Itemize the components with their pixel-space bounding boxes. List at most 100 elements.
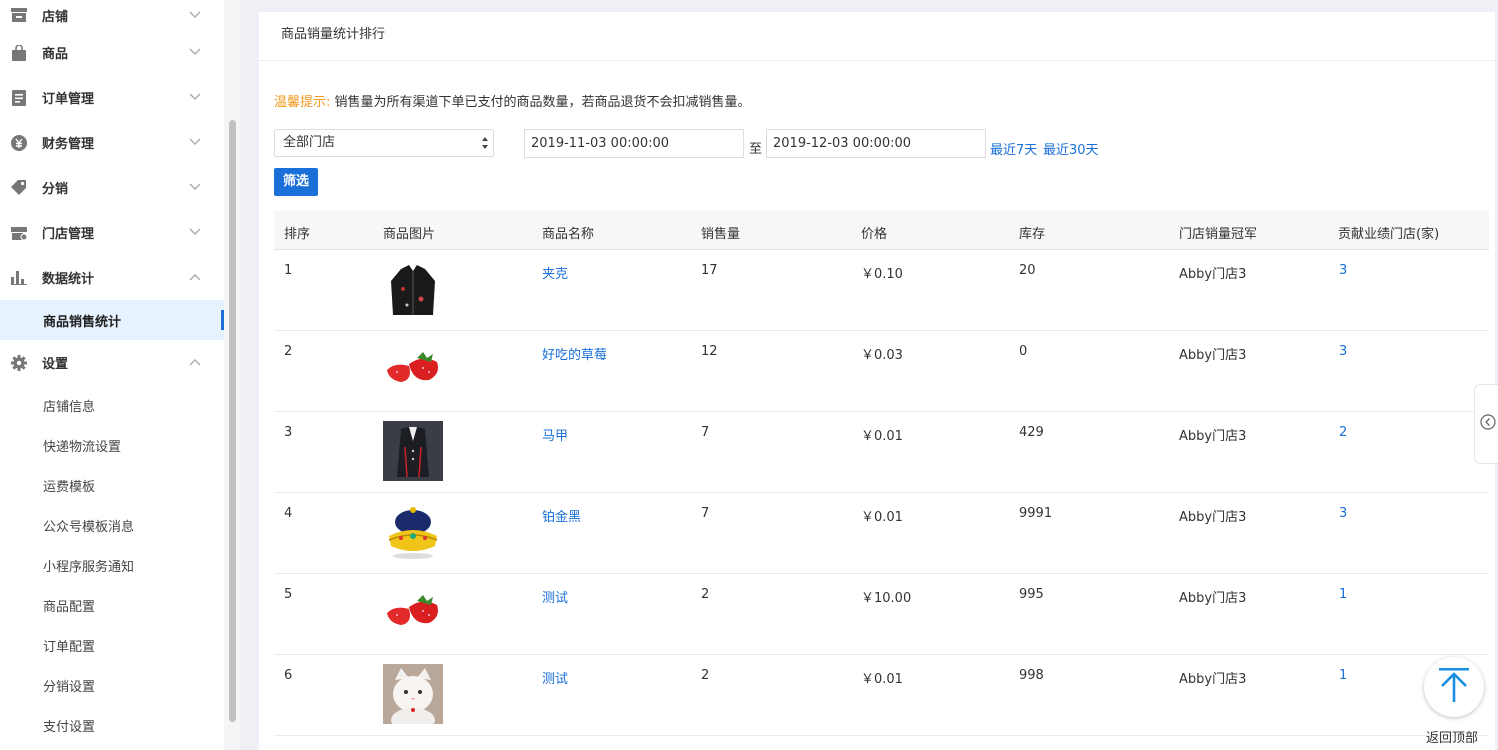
sidebar-item-shipping-template[interactable]: 运费模板 bbox=[0, 465, 224, 505]
menu-group-shops[interactable]: 门店管理 bbox=[0, 210, 224, 255]
header-champion: 门店销量冠军 bbox=[1179, 227, 1258, 242]
sidebar-item-order-config[interactable]: 订单配置 bbox=[0, 625, 224, 665]
back-to-top-button[interactable] bbox=[1424, 657, 1484, 717]
rank-cell: 1 bbox=[284, 263, 293, 278]
filter-button[interactable]: 筛选 bbox=[274, 168, 318, 196]
table-row: 4 铂金黑 7 ￥0.01 9991 Abby门店3 3 bbox=[274, 493, 1489, 574]
contributing-stores-link[interactable]: 3 bbox=[1339, 506, 1347, 521]
contributing-stores-link[interactable]: 1 bbox=[1339, 668, 1347, 683]
sidebar-item-goods-sales-stats[interactable]: 商品销售统计 bbox=[0, 300, 224, 340]
select-arrows-icon bbox=[481, 134, 489, 152]
finance-icon bbox=[10, 134, 28, 152]
table-row: 2 好吃的草莓 12 ￥0.03 0 Abby门店3 3 bbox=[274, 331, 1489, 412]
product-name-link[interactable]: 夹克 bbox=[542, 263, 568, 282]
date-separator: 至 bbox=[749, 142, 763, 157]
sidebar-scrollbar[interactable] bbox=[229, 120, 236, 722]
rank-cell: 5 bbox=[284, 587, 293, 602]
chevron-left-circle-icon bbox=[1480, 414, 1496, 434]
back-to-top-label[interactable]: 返回顶部 bbox=[1426, 727, 1478, 746]
menu-group-settings[interactable]: 设置 bbox=[0, 340, 224, 385]
sales-cell: 17 bbox=[701, 263, 718, 278]
sidebar-item-mp-template-message[interactable]: 公众号模板消息 bbox=[0, 505, 224, 545]
product-image-cat bbox=[383, 664, 443, 732]
end-date-input[interactable]: 2019-12-03 00:00:00 bbox=[766, 129, 986, 158]
menu-group-statistics[interactable]: 数据统计 bbox=[0, 255, 224, 300]
rank-cell: 6 bbox=[284, 668, 293, 683]
tip-content: 销售量为所有渠道下单已支付的商品数量，若商品退货不会扣减销售量。 bbox=[334, 95, 751, 110]
header-image: 商品图片 bbox=[383, 227, 436, 242]
stock-cell: 429 bbox=[1019, 425, 1044, 440]
sales-cell: 7 bbox=[701, 506, 710, 521]
chevron-down-icon bbox=[188, 90, 202, 104]
stock-cell: 998 bbox=[1019, 668, 1044, 683]
menu-group-orders[interactable]: 订单管理 bbox=[0, 75, 224, 120]
champion-cell: Abby门店3 bbox=[1179, 672, 1247, 687]
stock-cell: 20 bbox=[1019, 263, 1036, 278]
sidebar-item-express-settings[interactable]: 快递物流设置 bbox=[0, 425, 224, 465]
table-row: 5 测试 2 ￥10.00 995 Abby门店3 1 bbox=[274, 574, 1489, 655]
price-cell: ￥0.10 bbox=[861, 267, 903, 282]
price-cell: ￥0.01 bbox=[861, 510, 903, 525]
chevron-down-icon bbox=[188, 135, 202, 149]
page-title: 商品销量统计排行 bbox=[259, 12, 1495, 61]
gear-icon bbox=[10, 354, 28, 372]
chevron-up-icon bbox=[188, 355, 202, 369]
contributing-stores-link[interactable]: 3 bbox=[1339, 263, 1347, 278]
chevron-down-icon bbox=[188, 180, 202, 194]
product-image-strawberry bbox=[383, 340, 443, 400]
sidebar-item-distribution-settings[interactable]: 分销设置 bbox=[0, 665, 224, 705]
table-row: 1 夹克 17 ￥0.10 20 Abby门店3 3 bbox=[274, 250, 1489, 331]
sidebar-item-store-info[interactable]: 店铺信息 bbox=[0, 385, 224, 425]
sidebar-item-miniprogram-notice[interactable]: 小程序服务通知 bbox=[0, 545, 224, 585]
header-price: 价格 bbox=[861, 227, 888, 242]
last-30-days-link[interactable]: 最近30天 bbox=[1043, 139, 1099, 158]
stock-cell: 0 bbox=[1019, 344, 1028, 359]
rank-cell: 4 bbox=[284, 506, 293, 521]
product-name-link[interactable]: 铂金黑 bbox=[542, 506, 581, 525]
store-icon bbox=[10, 6, 28, 24]
store-select[interactable]: 全部门店 bbox=[274, 129, 494, 157]
product-name-link[interactable]: 马甲 bbox=[542, 425, 568, 444]
arrow-up-icon bbox=[1437, 667, 1471, 707]
menu-group-finance[interactable]: 财务管理 bbox=[0, 120, 224, 165]
start-date-input[interactable]: 2019-11-03 00:00:00 bbox=[524, 129, 744, 158]
sidebar: 店铺 商品 订单管理 财务管理 分销 门店管理 数据统计 商品销售统计 设置 店… bbox=[0, 0, 224, 750]
champion-cell: Abby门店3 bbox=[1179, 348, 1247, 363]
sidebar-item-goods-config[interactable]: 商品配置 bbox=[0, 585, 224, 625]
menu-group-distribution[interactable]: 分销 bbox=[0, 165, 224, 210]
tip-label: 温馨提示: bbox=[274, 95, 331, 110]
menu-group-store[interactable]: 店铺 bbox=[0, 0, 224, 30]
header-sales: 销售量 bbox=[701, 227, 741, 242]
menu-group-goods[interactable]: 商品 bbox=[0, 30, 224, 75]
contributing-stores-link[interactable]: 2 bbox=[1339, 425, 1347, 440]
contributing-stores-link[interactable]: 1 bbox=[1339, 587, 1347, 602]
price-cell: ￥0.01 bbox=[861, 429, 903, 444]
table-header: 排序 商品图片 商品名称 销售量 价格 库存 门店销量冠军 贡献业绩门店(家) bbox=[274, 211, 1489, 250]
main-panel: 商品销量统计排行 温馨提示: 销售量为所有渠道下单已支付的商品数量，若商品退货不… bbox=[259, 12, 1495, 750]
chevron-down-icon bbox=[188, 225, 202, 239]
champion-cell: Abby门店3 bbox=[1179, 267, 1247, 282]
product-name-link[interactable]: 好吃的草莓 bbox=[542, 344, 607, 363]
last-7-days-link[interactable]: 最近7天 bbox=[990, 139, 1037, 158]
price-cell: ￥0.03 bbox=[861, 348, 903, 363]
sales-cell: 12 bbox=[701, 344, 718, 359]
table-row: 6 测试 2 ￥0.01 998 Abby门店3 1 bbox=[274, 655, 1489, 736]
bar-chart-icon bbox=[10, 269, 28, 287]
product-image-crown-hat bbox=[383, 502, 443, 562]
product-image-strawberry bbox=[383, 583, 443, 643]
contributing-stores-link[interactable]: 3 bbox=[1339, 344, 1347, 359]
product-name-link[interactable]: 测试 bbox=[542, 587, 568, 606]
table-row: 3 马甲 7 ￥0.01 429 Abby门店3 2 bbox=[274, 412, 1489, 493]
champion-cell: Abby门店3 bbox=[1179, 429, 1247, 444]
chevron-up-icon bbox=[188, 270, 202, 284]
product-name-link[interactable]: 测试 bbox=[542, 668, 568, 687]
sidebar-item-payment-settings[interactable]: 支付设置 bbox=[0, 705, 224, 745]
tip-text: 温馨提示: 销售量为所有渠道下单已支付的商品数量，若商品退货不会扣减销售量。 bbox=[274, 91, 751, 110]
header-rank: 排序 bbox=[284, 227, 311, 242]
side-panel-toggle[interactable] bbox=[1474, 384, 1498, 464]
stock-cell: 9991 bbox=[1019, 506, 1053, 521]
sales-cell: 2 bbox=[701, 668, 710, 683]
stock-cell: 995 bbox=[1019, 587, 1044, 602]
store-select-value: 全部门店 bbox=[283, 135, 336, 150]
product-image-jacket bbox=[383, 259, 443, 319]
